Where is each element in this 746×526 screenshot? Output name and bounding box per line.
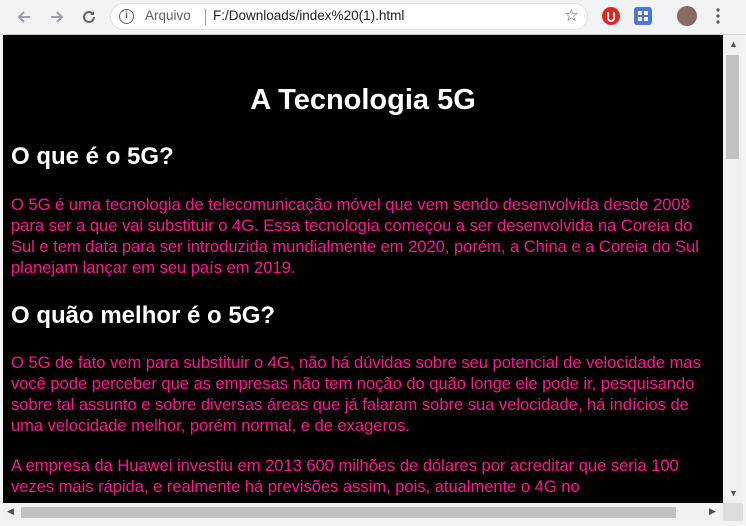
section-heading: O que é o 5G? [11, 143, 174, 170]
browser-toolbar: i Arquivo F:/Downloads/index%20(1).html … [0, 0, 746, 35]
section-paragraph: O 5G de fato vem para substituir o 4G, n… [11, 354, 701, 435]
scroll-down-arrow-icon[interactable]: ▼ [729, 489, 738, 498]
kebab-menu-icon[interactable] [716, 7, 720, 30]
extension-grid-icon[interactable] [634, 7, 652, 25]
scroll-right-arrow-icon[interactable]: ▶ [709, 507, 716, 516]
url-text[interactable]: F:/Downloads/index%20(1).html [213, 8, 404, 23]
info-icon[interactable]: i [119, 9, 134, 24]
omnibox-separator [205, 9, 206, 25]
vertical-scrollbar[interactable]: ▲ ▼ [723, 35, 743, 503]
profile-avatar[interactable] [677, 6, 697, 26]
extension-shield-icon[interactable] [602, 7, 620, 25]
page-viewport: A Tecnologia 5G O que é o 5G? O 5G é uma… [3, 35, 723, 503]
scroll-left-arrow-icon[interactable]: ◀ [7, 507, 14, 516]
window-frame-bottom [0, 521, 746, 526]
horizontal-scroll-thumb[interactable] [21, 507, 676, 518]
reload-icon[interactable] [77, 5, 101, 29]
scrollbar-corner [723, 503, 743, 521]
section-heading: O quão melhor é o 5G? [11, 302, 276, 329]
page-title: A Tecnologia 5G [250, 84, 476, 116]
address-bar[interactable]: i Arquivo F:/Downloads/index%20(1).html … [110, 3, 588, 30]
section-paragraph: A empresa da Huawei investiu em 2013 600… [11, 457, 679, 496]
back-arrow-icon[interactable] [12, 5, 36, 29]
vertical-scroll-thumb[interactable] [726, 55, 739, 159]
origin-label: Arquivo [145, 8, 191, 23]
scroll-up-arrow-icon[interactable]: ▲ [729, 40, 738, 49]
star-icon[interactable]: ☆ [564, 6, 579, 26]
section-paragraph: O 5G é uma tecnologia de telecomunicação… [11, 196, 699, 277]
forward-arrow-icon[interactable] [45, 5, 69, 29]
horizontal-scrollbar[interactable]: ◀ ▶ [3, 503, 723, 521]
